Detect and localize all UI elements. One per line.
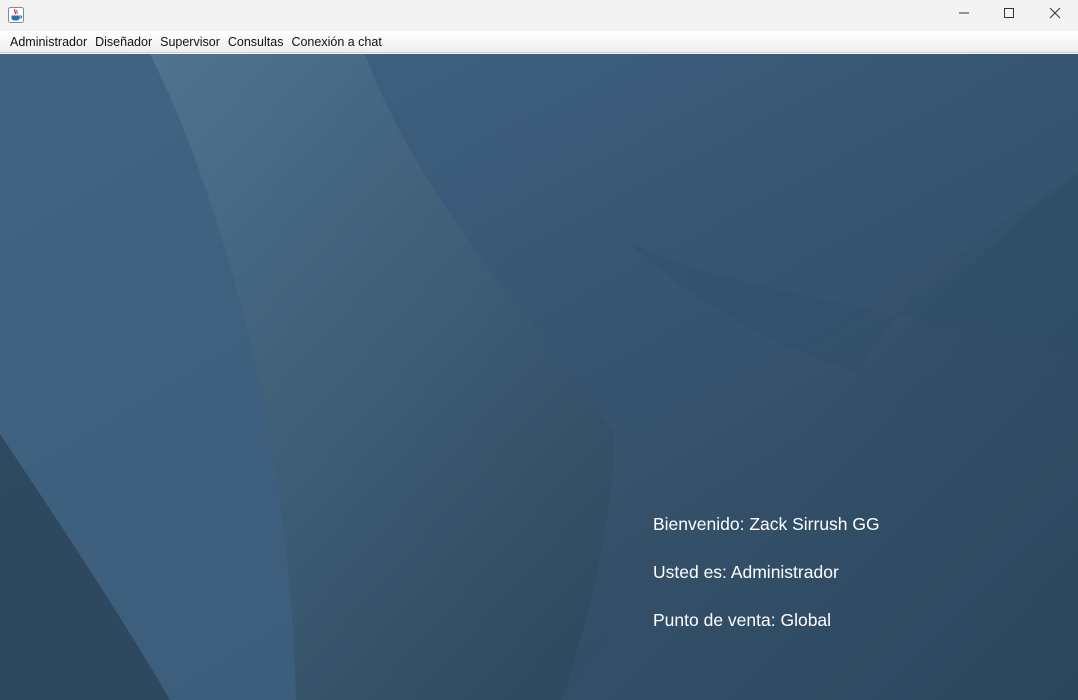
desktop-pane: Bienvenido: Zack Sirrush GG Usted es: Ad…	[0, 54, 1078, 700]
menu-administrador[interactable]: Administrador	[6, 31, 91, 53]
java-cup-icon	[8, 7, 24, 23]
maximize-button[interactable]	[986, 0, 1032, 30]
menu-bar: Administrador Diseñador Supervisor Consu…	[0, 31, 1078, 53]
menu-disenador[interactable]: Diseñador	[91, 31, 156, 53]
menu-supervisor[interactable]: Supervisor	[156, 31, 224, 53]
maximize-icon	[1003, 6, 1015, 24]
title-bar[interactable]	[0, 0, 1078, 31]
application-window: Administrador Diseñador Supervisor Consu…	[0, 0, 1078, 700]
point-of-sale-label: Punto de venta: Global	[653, 610, 832, 630]
minimize-button[interactable]	[941, 0, 987, 30]
menu-conexion-chat[interactable]: Conexión a chat	[287, 31, 385, 53]
role-label: Usted es: Administrador	[653, 562, 839, 582]
background-wallpaper	[0, 54, 1078, 700]
welcome-label: Bienvenido: Zack Sirrush GG	[653, 514, 880, 534]
close-icon	[1049, 6, 1061, 24]
close-button[interactable]	[1032, 0, 1078, 30]
minimize-icon	[958, 6, 970, 24]
menu-consultas[interactable]: Consultas	[224, 31, 288, 53]
